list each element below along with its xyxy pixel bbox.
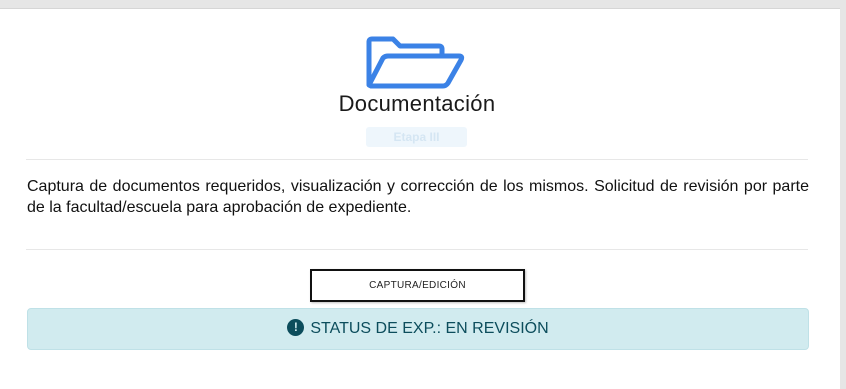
capture-edit-button[interactable]: CAPTURA/EDICIÓN	[310, 269, 525, 302]
exclamation-circle-icon: !	[287, 319, 305, 336]
status-alert: ! STATUS DE EXP.: EN REVISIÓN	[27, 308, 809, 350]
stage-badge: Etapa III	[366, 127, 467, 147]
status-text: STATUS DE EXP.: EN REVISIÓN	[310, 320, 549, 337]
section-description: Captura de documentos requeridos, visual…	[27, 178, 809, 216]
page-title: Documentación	[338, 91, 496, 116]
folder-open-icon	[363, 35, 467, 91]
divider	[26, 249, 808, 250]
documentation-card: Documentación Etapa III Captura de docum…	[0, 8, 840, 389]
divider	[26, 159, 808, 160]
